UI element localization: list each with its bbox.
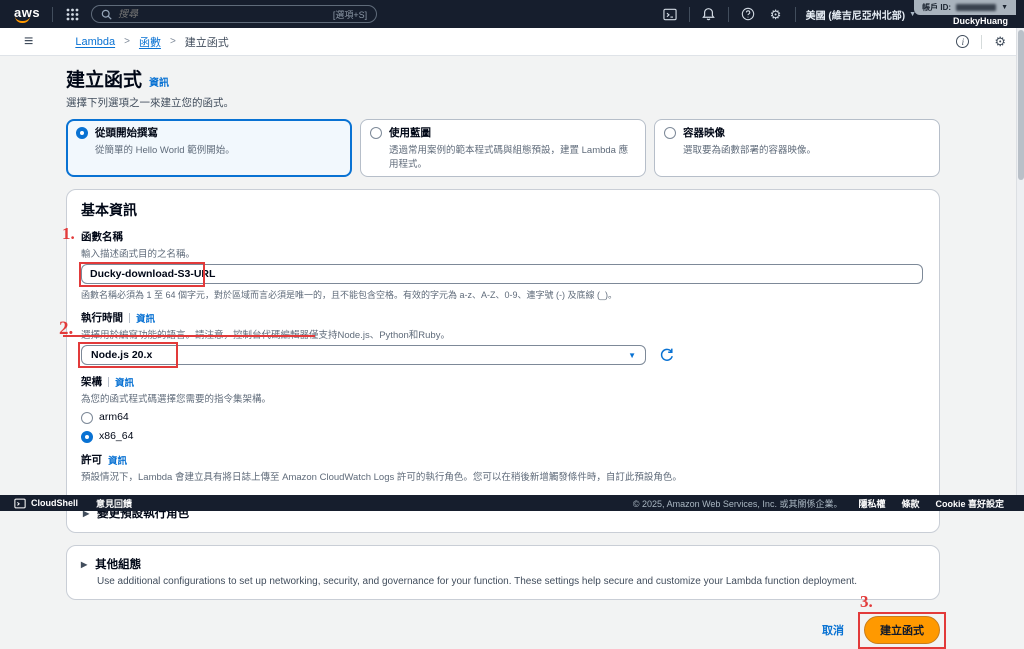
- option-title: 使用藍圖: [389, 127, 431, 139]
- function-name-field: 1. 函數名稱 輸入描述函式目的之名稱。 函數名稱必須為 1 至 64 個字元，…: [62, 224, 923, 301]
- main-content: 建立函式 資訊 選擇下列選項之一來建立您的函式。 從頭開始撰寫 從簡單的 Hell…: [0, 56, 1024, 649]
- chevron-down-icon: ▼: [1001, 4, 1008, 11]
- function-name-desc: 輸入描述函式目的之名稱。: [81, 249, 196, 260]
- architecture-label: 架構 資訊: [81, 375, 135, 389]
- top-navigation-bar: aws [選項+S] ⚙ 美國 (維吉尼亞州北部)▼ 帳戶 ID: ▼ Duck…: [0, 0, 1024, 28]
- copyright-text: © 2025, Amazon Web Services, Inc. 或其關係企業…: [632, 498, 843, 509]
- title-info-link[interactable]: 資訊: [149, 78, 169, 89]
- option-desc: 選取要為函數部署的容器映像。: [683, 145, 817, 156]
- cookie-preferences-link[interactable]: Cookie 喜好設定: [935, 497, 1004, 510]
- region-selector[interactable]: 美國 (維吉尼亞州北部) ▼: [806, 7, 916, 22]
- settings-gear-icon[interactable]: ⚙: [767, 5, 785, 23]
- global-search[interactable]: [選項+S]: [91, 5, 378, 23]
- arch-option-label: arm64: [99, 411, 129, 423]
- option-desc: 從簡單的 Hello World 範例開始。: [95, 145, 235, 156]
- breadcrumb: Lambda > 函數 > 建立函式: [75, 34, 228, 50]
- option-container-image[interactable]: 容器映像 選取要為函數部署的容器映像。: [654, 119, 940, 177]
- option-title: 容器映像: [683, 127, 725, 139]
- divider: [727, 6, 729, 22]
- arch-option-label: x86_64: [99, 430, 134, 442]
- divider: [981, 34, 983, 49]
- console-footer: CloudShell 意見回饋 © 2025, Amazon Web Servi…: [0, 495, 1024, 511]
- page-scrollbar[interactable]: [1016, 0, 1024, 511]
- scrollbar-thumb[interactable]: [1018, 30, 1024, 180]
- architecture-info-link[interactable]: 資訊: [115, 375, 134, 389]
- radio-icon[interactable]: [81, 412, 93, 424]
- help-icon[interactable]: [739, 5, 757, 23]
- permissions-label: 許可 資訊: [81, 453, 128, 467]
- annotation-step-2: 2.: [59, 318, 74, 339]
- additional-config-title: 其他組態: [95, 559, 142, 571]
- runtime-selected-value: Node.js 20.x: [91, 349, 153, 361]
- cloudshell-icon: [14, 498, 26, 508]
- aws-logo[interactable]: aws: [12, 5, 42, 23]
- privacy-link[interactable]: 隱私權: [858, 497, 885, 510]
- page-settings-gear-icon[interactable]: ⚙: [994, 35, 1006, 48]
- creation-option-cards: 從頭開始撰寫 從簡單的 Hello World 範例開始。 使用藍圖 透過常用案…: [66, 119, 940, 177]
- arch-option-arm64[interactable]: arm64: [81, 410, 923, 424]
- divider: [794, 6, 796, 22]
- option-author-from-scratch[interactable]: 從頭開始撰寫 從簡單的 Hello World 範例開始。: [66, 119, 352, 177]
- cloudshell-icon[interactable]: [661, 5, 679, 23]
- option-title: 從頭開始撰寫: [95, 127, 158, 139]
- basic-info-card: 基本資訊 1. 函數名稱 輸入描述函式目的之名稱。 函數名稱必須為 1 至 64…: [59, 189, 940, 533]
- divider: [52, 6, 54, 22]
- breadcrumb-lambda[interactable]: Lambda: [75, 36, 115, 48]
- expand-caret-icon: ▶: [81, 559, 88, 569]
- refresh-runtimes-icon[interactable]: [658, 346, 676, 364]
- permissions-field: 許可 資訊 預設情況下，Lambda 會建立具有將日誌上傳至 Amazon Clo…: [81, 452, 923, 483]
- sidebar-toggle-icon[interactable]: ≡: [24, 33, 33, 51]
- basic-info-title: 基本資訊: [81, 202, 137, 218]
- architecture-field: 架構 資訊 為您的函式程式碼選擇您需要的指令集架構。 arm64 x86_64: [81, 374, 923, 443]
- breadcrumb-separator: >: [169, 36, 176, 47]
- form-actions: 取消 3. 建立函式: [66, 592, 946, 649]
- radio-selected-icon[interactable]: [81, 431, 93, 443]
- runtime-info-link[interactable]: 資訊: [136, 311, 155, 325]
- permissions-desc: 預設情況下，Lambda 會建立具有將日誌上傳至 Amazon CloudWat…: [81, 472, 682, 483]
- function-name-input[interactable]: [81, 264, 923, 284]
- runtime-field: 2. 執行時間 資訊 選擇用於編寫功能的語言。請注意，控制台代碼編輯器僅支持Nod…: [59, 310, 923, 368]
- radio-icon[interactable]: [370, 127, 382, 139]
- account-id-label: 帳戶 ID:: [922, 3, 952, 12]
- create-function-button[interactable]: 建立函式: [864, 616, 940, 644]
- chevron-down-icon: ▼: [628, 350, 636, 360]
- additional-config-expander[interactable]: ▶ 其他組態: [81, 556, 923, 572]
- search-input[interactable]: [118, 8, 327, 20]
- cancel-button[interactable]: 取消: [822, 622, 844, 638]
- page-subtitle: 選擇下列選項之一來建立您的函式。: [66, 97, 234, 109]
- terms-link[interactable]: 條款: [901, 497, 919, 510]
- search-icon: [101, 9, 112, 20]
- breadcrumb-functions[interactable]: 函數: [139, 34, 161, 50]
- radio-selected-icon[interactable]: [76, 127, 88, 139]
- account-menu[interactable]: 帳戶 ID: ▼: [914, 0, 1016, 15]
- option-use-blueprint[interactable]: 使用藍圖 透過常用案例的範本程式碼與組態預設，建置 Lambda 應用程式。: [360, 119, 646, 177]
- radio-icon[interactable]: [664, 127, 676, 139]
- breadcrumb-bar: ≡ Lambda > 函數 > 建立函式 i ⚙: [0, 28, 1024, 56]
- function-name-help: 函數名稱必須為 1 至 64 個字元，對於區域而言必須是唯一的，且不能包含空格。…: [81, 290, 618, 300]
- search-shortcut-hint: [選項+S]: [332, 9, 368, 20]
- annotation-step-1: 1.: [62, 224, 75, 243]
- permissions-info-link[interactable]: 資訊: [108, 453, 127, 467]
- info-panel-icon[interactable]: i: [956, 35, 970, 48]
- additional-config-desc: Use additional configurations to set up …: [97, 576, 858, 587]
- arch-option-x86-64[interactable]: x86_64: [81, 429, 923, 443]
- additional-config-card: ▶ 其他組態 Use additional configurations to …: [66, 545, 940, 600]
- username-label: DuckyHuang: [952, 16, 1008, 26]
- architecture-desc: 為您的函式程式碼選擇您需要的指令集架構。: [81, 394, 272, 405]
- page-header: 建立函式 資訊 選擇下列選項之一來建立您的函式。: [66, 65, 940, 110]
- option-desc: 透過常用案例的範本程式碼與組態預設，建置 Lambda 應用程式。: [389, 145, 629, 170]
- redacted-account-id: [956, 4, 997, 11]
- feedback-link[interactable]: 意見回饋: [96, 497, 132, 510]
- notifications-bell-icon[interactable]: [700, 5, 718, 23]
- footer-cloudshell-button[interactable]: CloudShell: [14, 498, 78, 509]
- function-name-label: 函數名稱: [81, 231, 123, 243]
- runtime-label: 執行時間 資訊: [81, 311, 156, 325]
- page-title: 建立函式: [66, 70, 143, 91]
- runtime-desc: 選擇用於編寫功能的語言。請注意，控制台代碼編輯器僅支持Node.js、Pytho…: [81, 330, 450, 341]
- services-grid-icon[interactable]: [63, 5, 81, 23]
- runtime-select[interactable]: Node.js 20.x ▼: [81, 345, 646, 365]
- divider: [688, 6, 690, 22]
- breadcrumb-current: 建立函式: [184, 36, 229, 49]
- breadcrumb-separator: >: [124, 36, 130, 47]
